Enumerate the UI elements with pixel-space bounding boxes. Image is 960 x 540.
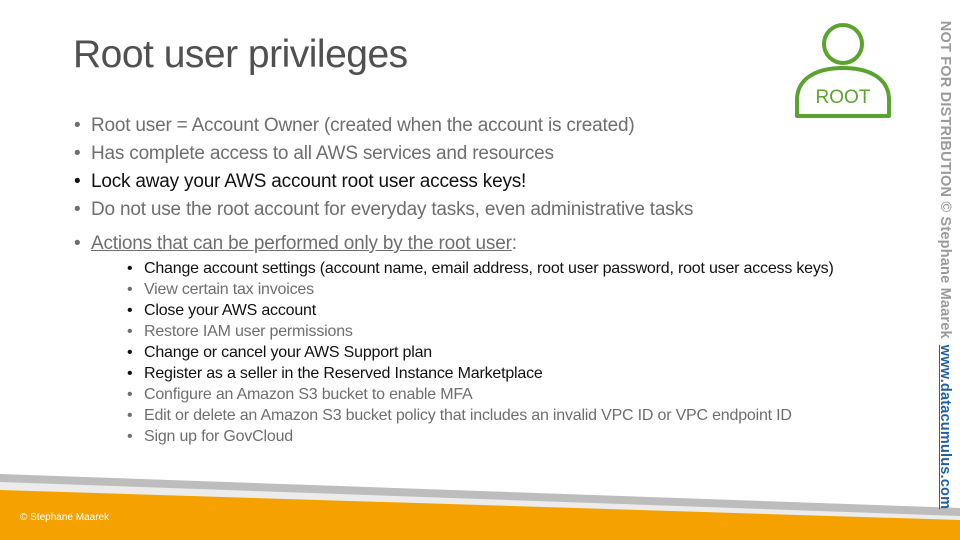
root-label: ROOT: [816, 87, 871, 108]
actions-header: Actions that can be performed only by th…: [74, 230, 914, 447]
bullet-item: Do not use the root account for everyday…: [74, 196, 914, 224]
action-item: Sign up for GovCloud: [127, 426, 914, 447]
bullet-item: Root user = Account Owner (created when …: [74, 112, 914, 140]
bullet-item-bold: Lock away your AWS account root user acc…: [74, 168, 914, 196]
action-item: Edit or delete an Amazon S3 bucket polic…: [127, 405, 914, 426]
slide: Root user privileges ROOT Root user = Ac…: [0, 0, 960, 540]
action-item: Close your AWS account: [127, 300, 914, 321]
root-user-badge: ROOT: [795, 23, 891, 118]
action-item: View certain tax invoices: [127, 279, 914, 300]
footer-band: [0, 474, 960, 540]
distribution-notice: NOT FOR DISTRIBUTION © Stephane Maarek: [937, 20, 953, 339]
actions-list: Change account settings (account name, e…: [91, 258, 914, 447]
bullet-item: Has complete access to all AWS services …: [74, 140, 914, 168]
website-link[interactable]: www.datacumulus.com: [937, 345, 953, 509]
action-item: Change account settings (account name, e…: [127, 258, 914, 279]
actions-header-text: Actions that can be performed only by th…: [91, 233, 512, 254]
action-item: Change or cancel your AWS Support plan: [127, 342, 914, 363]
action-item: Restore IAM user permissions: [127, 321, 914, 342]
bullet-list: Root user = Account Owner (created when …: [74, 112, 914, 447]
copyright-text: © Stephane Maarek: [20, 512, 110, 523]
side-watermark: NOT FOR DISTRIBUTION © Stephane Maarek ww…: [934, 6, 956, 524]
action-item: Configure an Amazon S3 bucket to enable …: [127, 384, 914, 405]
actions-header-colon: :: [511, 233, 517, 254]
slide-title: Root user privileges: [73, 33, 408, 76]
action-item: Register as a seller in the Reserved Ins…: [127, 363, 914, 384]
